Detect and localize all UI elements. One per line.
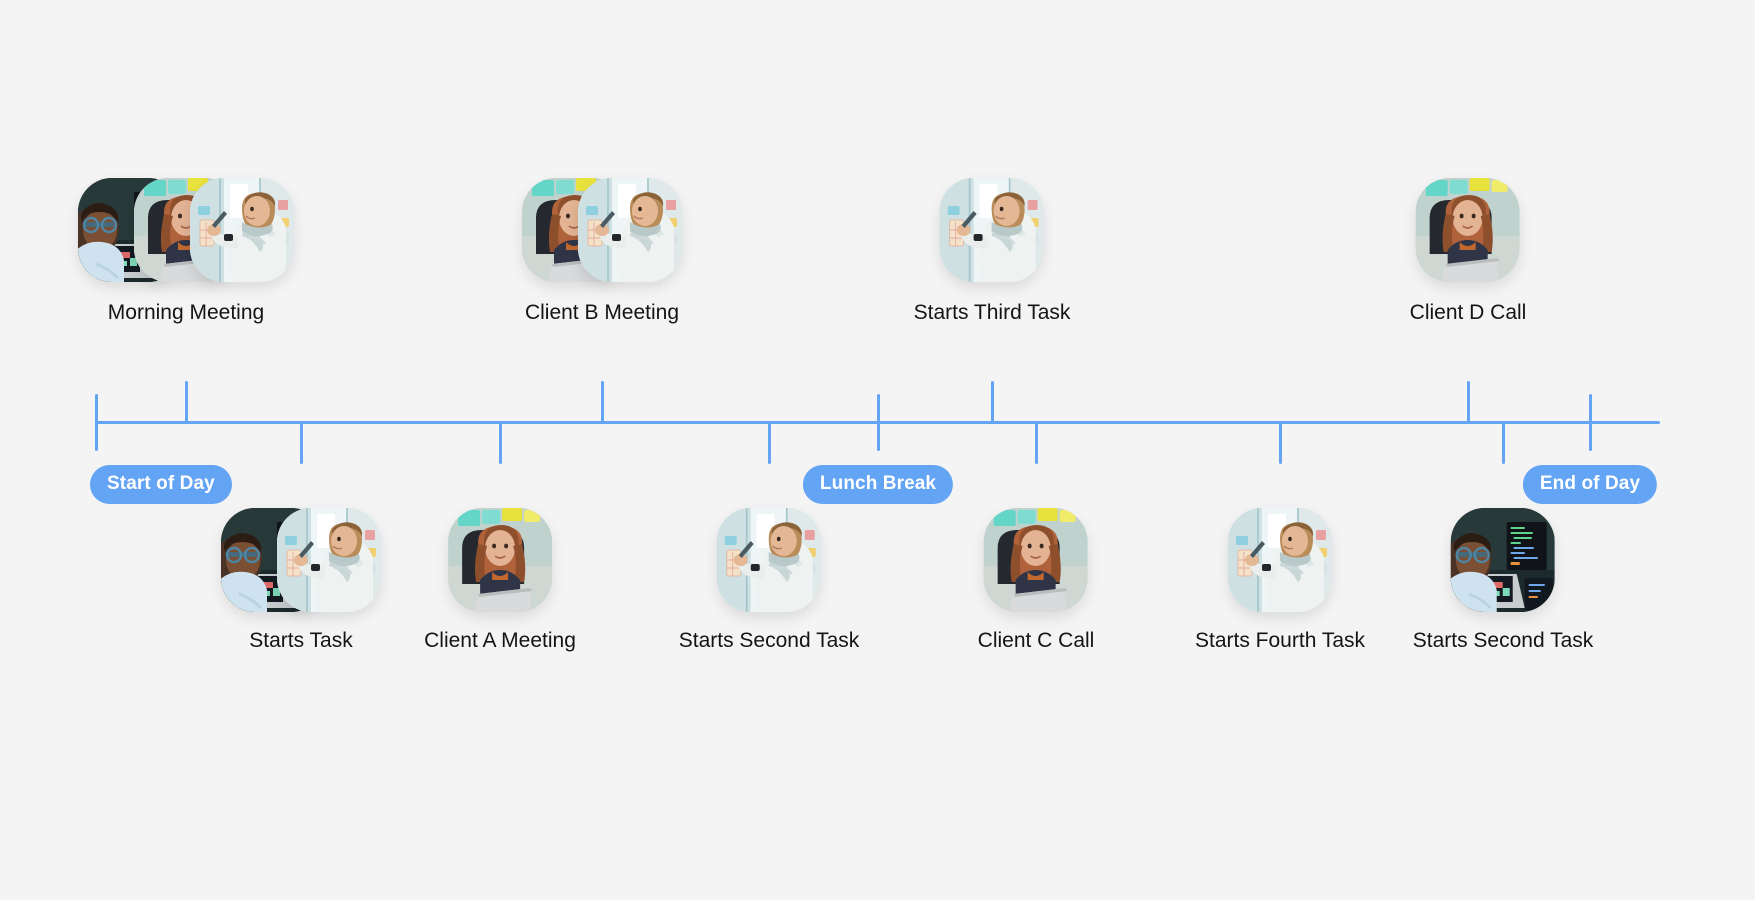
timeline-tick-above (991, 381, 994, 424)
event-label: Client A Meeting (424, 629, 576, 652)
timeline-tick-below (768, 421, 771, 464)
timeline-infographic: Morning Meeting Client B Meeting Starts Th… (0, 0, 1755, 900)
event-photo-stack (939, 178, 1044, 282)
timeline-event[interactable]: Client C Call (977, 508, 1095, 653)
woman-video-call-photo (983, 508, 1088, 612)
timeline-event[interactable]: Starts Second Task (678, 508, 860, 653)
event-photo-stack (221, 508, 381, 612)
event-label: Client D Call (1409, 301, 1527, 324)
milestone-badge[interactable]: Start of Day (90, 465, 232, 504)
event-photo-stack (78, 178, 294, 282)
event-label: Client B Meeting (524, 301, 680, 324)
event-label: Starts Third Task (913, 301, 1071, 324)
event-label: Starts Task (249, 629, 353, 652)
event-photo-stack (1415, 178, 1520, 282)
woman-video-call-photo (447, 508, 552, 612)
man-at-whiteboard-photo (277, 508, 381, 612)
milestone-badge[interactable]: Lunch Break (802, 465, 954, 504)
man-at-whiteboard-photo (190, 178, 294, 282)
event-photo-stack (983, 508, 1088, 612)
man-at-whiteboard-photo (578, 178, 682, 282)
developer-at-desk-photo (1450, 508, 1555, 612)
timeline-tick-below (499, 421, 502, 464)
timeline-event[interactable]: Starts Task (221, 508, 381, 653)
woman-video-call-photo (1415, 178, 1520, 282)
timeline-event[interactable]: Client A Meeting (424, 508, 576, 653)
timeline-event[interactable]: Starts Third Task (913, 178, 1071, 325)
man-at-whiteboard-photo (939, 178, 1044, 282)
timeline-event[interactable]: Starts Fourth Task (1195, 508, 1365, 653)
event-label: Starts Fourth Task (1194, 629, 1366, 652)
timeline-tick-below (300, 421, 303, 464)
man-at-whiteboard-photo (716, 508, 821, 612)
event-label: Starts Second Task (678, 629, 860, 652)
timeline-event[interactable]: Client D Call (1409, 178, 1527, 325)
event-label: Starts Second Task (1412, 629, 1594, 652)
event-photo-stack (447, 508, 552, 612)
event-label: Client C Call (977, 629, 1095, 652)
timeline-tick-below (1035, 421, 1038, 464)
timeline-tick-below (1279, 421, 1282, 464)
event-label: Morning Meeting (107, 301, 265, 324)
timeline-tick-milestone (95, 394, 98, 451)
timeline-tick-milestone (877, 394, 880, 451)
milestone-badge[interactable]: End of Day (1522, 465, 1658, 504)
event-photo-stack (1227, 508, 1332, 612)
timeline-event[interactable]: Client B Meeting (522, 178, 682, 325)
man-at-whiteboard-photo (1227, 508, 1332, 612)
timeline-tick-below (1502, 421, 1505, 464)
timeline-tick-milestone (1589, 394, 1592, 451)
event-photo-stack (716, 508, 821, 612)
timeline-event[interactable]: Starts Second Task (1412, 508, 1594, 653)
timeline-tick-above (1467, 381, 1470, 424)
event-photo-stack (522, 178, 682, 282)
timeline-tick-above (185, 381, 188, 424)
timeline-tick-above (601, 381, 604, 424)
timeline-event[interactable]: Morning Meeting (78, 178, 294, 325)
event-photo-stack (1450, 508, 1555, 612)
